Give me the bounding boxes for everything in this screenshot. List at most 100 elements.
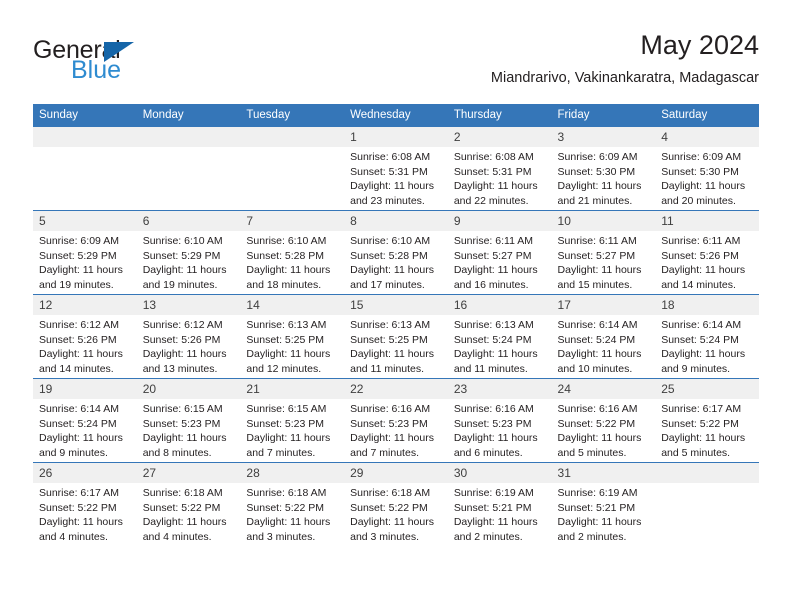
- daylight-text-line2: and 15 minutes.: [557, 278, 633, 291]
- day-number: 2: [447, 127, 552, 147]
- day-number: 30: [447, 463, 552, 483]
- daylight-text-line2: and 13 minutes.: [142, 362, 218, 375]
- daylight-text-line1: Daylight: 11 hours: [350, 264, 434, 277]
- daylight-text-line2: and 4 minutes.: [39, 530, 108, 543]
- sunset-text: Sunset: 5:31 PM: [453, 165, 532, 178]
- calendar-day-cell[interactable]: 22 Sunrise: 6:16 AM Sunset: 5:23 PM Dayligh…: [344, 378, 448, 463]
- sunset-text: Sunset: 5:28 PM: [350, 249, 428, 262]
- calendar-day-cell[interactable]: 28 Sunrise: 6:18 AM Sunset: 5:22 PM Dayligh…: [240, 462, 345, 546]
- day-number: 4: [655, 127, 759, 147]
- daylight-text-line1: Daylight: 11 hours: [453, 180, 538, 193]
- daylight-text-line1: Daylight: 11 hours: [246, 348, 331, 361]
- calendar-day-cell[interactable]: 21 Sunrise: 6:15 AM Sunset: 5:23 PM Dayligh…: [240, 378, 345, 463]
- calendar-day-cell[interactable]: 6 Sunrise: 6:10 AM Sunset: 5:29 PM Daylight…: [136, 210, 241, 295]
- day-details: Sunrise: 6:15 AM Sunset: 5:23 PM Daylight:…: [137, 399, 241, 460]
- day-number: 7: [240, 211, 345, 231]
- daylight-text-line2: and 18 minutes.: [246, 278, 322, 291]
- daylight-text-line1: Daylight: 11 hours: [453, 348, 538, 361]
- calendar-day-cell-empty: [655, 462, 759, 546]
- day-details: Sunrise: 6:12 AM Sunset: 5:26 PM Daylight:…: [137, 315, 241, 376]
- day-number: 17: [551, 295, 656, 315]
- calendar-day-cell[interactable]: 23 Sunrise: 6:16 AM Sunset: 5:23 PM Dayligh…: [447, 378, 552, 463]
- calendar-day-cell[interactable]: 25 Sunrise: 6:17 AM Sunset: 5:22 PM Dayligh…: [655, 378, 759, 463]
- calendar-day-cell[interactable]: 19 Sunrise: 6:14 AM Sunset: 5:24 PM Dayligh…: [33, 378, 137, 463]
- daylight-text-line1: Daylight: 11 hours: [350, 432, 434, 445]
- calendar-day-cell[interactable]: 7 Sunrise: 6:10 AM Sunset: 5:28 PM Daylight…: [240, 210, 345, 295]
- daylight-text-line2: and 23 minutes.: [350, 194, 425, 207]
- daylight-text-line1: Daylight: 11 hours: [142, 348, 227, 361]
- calendar-day-cell[interactable]: 12 Sunrise: 6:12 AM Sunset: 5:26 PM Dayligh…: [33, 294, 137, 379]
- day-details: Sunrise: 6:16 AM Sunset: 5:23 PM Daylight:…: [344, 399, 448, 460]
- calendar-week-row: 19 Sunrise: 6:14 AM Sunset: 5:24 PM Dayligh…: [33, 378, 759, 463]
- day-number: 26: [33, 463, 137, 483]
- calendar-day-cell[interactable]: 8 Sunrise: 6:10 AM Sunset: 5:28 PM Daylight…: [344, 210, 448, 295]
- weekday-header-tuesday: Tuesday: [240, 104, 345, 127]
- sunrise-text: Sunrise: 6:10 AM: [350, 235, 431, 247]
- calendar-day-cell[interactable]: 4 Sunrise: 6:09 AM Sunset: 5:30 PM Daylight…: [655, 126, 759, 211]
- day-number: 22: [344, 379, 448, 399]
- daylight-text-line2: and 19 minutes.: [142, 278, 218, 291]
- day-number: [240, 127, 345, 147]
- day-details: Sunrise: 6:17 AM Sunset: 5:22 PM Daylight:…: [33, 483, 137, 544]
- calendar-day-cell[interactable]: 18 Sunrise: 6:14 AM Sunset: 5:24 PM Dayligh…: [655, 294, 759, 379]
- daylight-text-line1: Daylight: 11 hours: [661, 264, 746, 277]
- sunrise-text: Sunrise: 6:09 AM: [661, 151, 742, 163]
- calendar-day-cell[interactable]: 29 Sunrise: 6:18 AM Sunset: 5:22 PM Dayligh…: [344, 462, 448, 546]
- daylight-text-line2: and 9 minutes.: [661, 362, 731, 375]
- day-details: Sunrise: 6:11 AM Sunset: 5:26 PM Daylight:…: [655, 231, 759, 292]
- day-number: 10: [551, 211, 656, 231]
- sunrise-text: Sunrise: 6:10 AM: [246, 235, 327, 247]
- daylight-text-line2: and 14 minutes.: [661, 278, 736, 291]
- calendar-day-cell[interactable]: 14 Sunrise: 6:13 AM Sunset: 5:25 PM Dayligh…: [240, 294, 345, 379]
- calendar-day-cell[interactable]: 16 Sunrise: 6:13 AM Sunset: 5:24 PM Dayligh…: [447, 294, 552, 379]
- logo-text-blue: Blue: [71, 56, 122, 84]
- general-blue-logo[interactable]: General Blue: [33, 36, 253, 92]
- daylight-text-line2: and 6 minutes.: [453, 446, 523, 459]
- daylight-text-line1: Daylight: 11 hours: [246, 516, 331, 529]
- day-number: 20: [136, 379, 241, 399]
- day-number: 23: [447, 379, 552, 399]
- daylight-text-line2: and 17 minutes.: [350, 278, 425, 291]
- weekday-header-sunday: Sunday: [33, 104, 137, 127]
- daylight-text-line1: Daylight: 11 hours: [661, 348, 746, 361]
- calendar-day-cell[interactable]: 15 Sunrise: 6:13 AM Sunset: 5:25 PM Dayligh…: [344, 294, 448, 379]
- day-details: Sunrise: 6:10 AM Sunset: 5:28 PM Daylight:…: [344, 231, 448, 292]
- daylight-text-line1: Daylight: 11 hours: [453, 264, 538, 277]
- daylight-text-line2: and 19 minutes.: [39, 278, 114, 291]
- calendar-day-cell[interactable]: 20 Sunrise: 6:15 AM Sunset: 5:23 PM Dayligh…: [136, 378, 241, 463]
- title-block: May 2024 Miandrarivo, Vakinankaratra, Ma…: [491, 28, 759, 89]
- calendar-day-cell[interactable]: 17 Sunrise: 6:14 AM Sunset: 5:24 PM Dayligh…: [551, 294, 656, 379]
- calendar-day-cell[interactable]: 2 Sunrise: 6:08 AM Sunset: 5:31 PM Daylight…: [447, 126, 552, 211]
- calendar-day-cell[interactable]: 10 Sunrise: 6:11 AM Sunset: 5:27 PM Dayligh…: [551, 210, 656, 295]
- sunset-text: Sunset: 5:22 PM: [142, 501, 221, 514]
- calendar-day-cell[interactable]: 30 Sunrise: 6:19 AM Sunset: 5:21 PM Dayligh…: [447, 462, 552, 546]
- sunrise-text: Sunrise: 6:12 AM: [142, 319, 223, 331]
- day-number: 29: [344, 463, 448, 483]
- calendar-day-cell[interactable]: 5 Sunrise: 6:09 AM Sunset: 5:29 PM Daylight…: [33, 210, 137, 295]
- sunrise-text: Sunrise: 6:17 AM: [661, 403, 742, 415]
- day-details: Sunrise: 6:09 AM Sunset: 5:30 PM Daylight:…: [552, 147, 656, 208]
- calendar-day-cell[interactable]: 13 Sunrise: 6:12 AM Sunset: 5:26 PM Dayligh…: [136, 294, 241, 379]
- day-details: Sunrise: 6:11 AM Sunset: 5:27 PM Daylight:…: [448, 231, 552, 292]
- calendar-day-cell[interactable]: 9 Sunrise: 6:11 AM Sunset: 5:27 PM Daylight…: [447, 210, 552, 295]
- daylight-text-line1: Daylight: 11 hours: [557, 264, 642, 277]
- daylight-text-line1: Daylight: 11 hours: [557, 516, 642, 529]
- sunrise-text: Sunrise: 6:19 AM: [453, 487, 534, 499]
- calendar-day-cell[interactable]: 26 Sunrise: 6:17 AM Sunset: 5:22 PM Dayligh…: [33, 462, 137, 546]
- sunrise-text: Sunrise: 6:11 AM: [557, 235, 637, 247]
- daylight-text-line1: Daylight: 11 hours: [142, 516, 227, 529]
- calendar-week-row: 5 Sunrise: 6:09 AM Sunset: 5:29 PM Daylight…: [33, 210, 759, 295]
- calendar-day-cell[interactable]: 11 Sunrise: 6:11 AM Sunset: 5:26 PM Dayligh…: [655, 210, 759, 295]
- daylight-text-line2: and 21 minutes.: [557, 194, 633, 207]
- calendar-day-cell[interactable]: 1 Sunrise: 6:08 AM Sunset: 5:31 PM Daylight…: [344, 126, 448, 211]
- calendar-day-cell[interactable]: 24 Sunrise: 6:16 AM Sunset: 5:22 PM Dayligh…: [551, 378, 656, 463]
- calendar-day-cell[interactable]: 3 Sunrise: 6:09 AM Sunset: 5:30 PM Daylight…: [551, 126, 656, 211]
- calendar-day-cell[interactable]: 31 Sunrise: 6:19 AM Sunset: 5:21 PM Dayligh…: [551, 462, 656, 546]
- daylight-text-line2: and 20 minutes.: [661, 194, 736, 207]
- day-details: Sunrise: 6:13 AM Sunset: 5:24 PM Daylight:…: [448, 315, 552, 376]
- calendar-day-cell-empty: [33, 126, 137, 211]
- sunrise-text: Sunrise: 6:15 AM: [246, 403, 327, 415]
- calendar-day-cell[interactable]: 27 Sunrise: 6:18 AM Sunset: 5:22 PM Dayligh…: [136, 462, 241, 546]
- day-details: Sunrise: 6:09 AM Sunset: 5:30 PM Daylight:…: [655, 147, 759, 208]
- day-number: 16: [447, 295, 552, 315]
